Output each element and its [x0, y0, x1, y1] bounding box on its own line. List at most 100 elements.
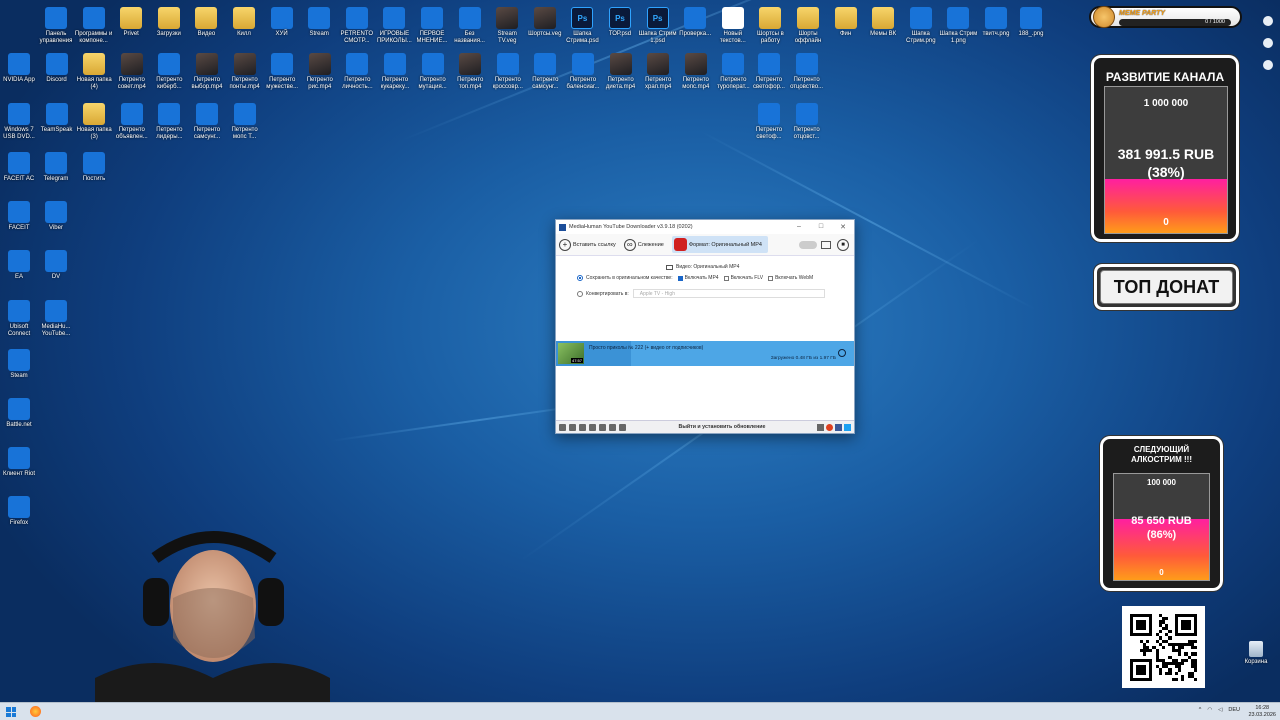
chat-icon[interactable] — [1263, 38, 1273, 48]
desktop-icon-row1-6[interactable]: ХУЙ — [263, 7, 301, 38]
desktop-icon-row1-5[interactable]: Килл — [225, 7, 263, 38]
clock[interactable]: 16:28 23.03.2026 — [1248, 705, 1276, 719]
user-icon[interactable] — [817, 423, 824, 431]
desktop-icon-row1-20[interactable]: Шорты оффлайн — [789, 7, 827, 45]
music-icon[interactable] — [579, 423, 586, 431]
desktop-icon-col5-0[interactable]: EA — [0, 250, 38, 281]
twitter-icon[interactable] — [844, 423, 851, 431]
ok-icon[interactable] — [559, 423, 566, 431]
desktop-icon-row2-8[interactable]: Петренто рис.mp4 — [301, 53, 339, 91]
desktop-icon-col1-0[interactable]: Telegram — [37, 152, 75, 183]
wifi-icon[interactable]: ◠ — [1207, 707, 1212, 713]
convert-radio[interactable] — [577, 290, 583, 297]
firefox-taskbar-icon[interactable] — [30, 706, 41, 717]
desktop-icon-row2-2[interactable]: Новая папка (4) — [75, 53, 113, 91]
desktop-icon-row3-6[interactable]: Петренто мопс Т... — [226, 103, 264, 141]
desktop-icon-row3-1[interactable]: TeamSpeak — [38, 103, 76, 134]
desktop-icon-row2-end-1[interactable]: Петренто отцовство... — [788, 53, 826, 91]
desktop-icon-row1-8[interactable]: PETRENTO СМОТР... — [338, 7, 376, 45]
minimize-button[interactable]: – — [788, 223, 810, 231]
format-button[interactable]: Формат: Оригинальный MP4 — [671, 236, 768, 253]
desktop-icon-col8-0[interactable]: MediaHu... YouTube... — [37, 300, 75, 338]
desktop-icon-row1-16[interactable]: Ps Шапка Стрим 1.psd — [639, 7, 677, 45]
tray-chevron-icon[interactable]: ^ — [1199, 707, 1202, 713]
paste-link-button[interactable]: + Вставить ссылку — [559, 238, 616, 251]
include-mp4-checkbox[interactable] — [677, 275, 683, 281]
include-webm-checkbox[interactable] — [768, 275, 774, 281]
cancel-download-button[interactable] — [838, 349, 846, 357]
convert-option[interactable]: Конвертировать в: Apple TV - High — [577, 289, 825, 298]
desktop-icon-row2-15[interactable]: Петренто баленсиаг... — [564, 53, 602, 91]
downloader-window[interactable]: MediaHuman YouTube Downloader v3.9.18 (0… — [555, 219, 855, 434]
tracking-button[interactable]: ∞ Слежение — [623, 238, 664, 251]
desktop-icon-row2-0[interactable]: NVIDIA App — [0, 53, 38, 84]
mic-icon[interactable] — [1263, 16, 1273, 26]
settings-icon[interactable] — [569, 423, 576, 431]
desktop-icon-row2-end-0[interactable]: Петренто светофор... — [750, 53, 788, 91]
save-original-radio[interactable] — [577, 275, 583, 281]
desktop-icon-row2-5[interactable]: Петренто выбор.mp4 — [188, 53, 226, 91]
desktop-icon-row1-19[interactable]: Шортсы в работу — [751, 7, 789, 45]
help-icon[interactable] — [619, 423, 626, 431]
desktop-icon-row2-13[interactable]: Петренто кроссовр... — [489, 53, 527, 91]
maximize-button[interactable]: □ — [810, 223, 832, 231]
start-button[interactable] — [6, 707, 16, 717]
desktop-icon-row1-2[interactable]: Privet — [112, 7, 150, 38]
desktop-icon-row2-11[interactable]: Петренто мутация... — [414, 53, 452, 91]
desktop-icon-row3-end-1[interactable]: Петренто отцовст... — [788, 103, 826, 141]
desktop-icon-col9-0[interactable]: Steam — [0, 349, 38, 380]
download-item[interactable]: 47:57 Просто приколы № 222 (+ видео от п… — [556, 341, 854, 366]
desktop-icon-row3-0[interactable]: Windows 7 USB DVD... — [0, 103, 38, 141]
window-titlebar[interactable]: MediaHuman YouTube Downloader v3.9.18 (0… — [556, 220, 854, 234]
desktop-icon-col7-0[interactable]: Ubisoft Connect — [0, 300, 38, 338]
desktop-icon-row1-4[interactable]: Видео — [187, 7, 225, 38]
desktop-icon-row2-19[interactable]: Петренто туроперат... — [714, 53, 752, 91]
desktop-icon-row1-17[interactable]: Проверка... — [676, 7, 714, 38]
facebook-icon[interactable] — [835, 423, 842, 431]
desktop-icon-row2-18[interactable]: Петренто мопс.mp4 — [677, 53, 715, 91]
desktop-icon-col6-0[interactable]: DV — [37, 250, 75, 281]
settings-icon[interactable] — [1263, 60, 1273, 70]
desktop-icon-row1-1[interactable]: Программы и компоне... — [75, 7, 113, 45]
include-flv-checkbox[interactable] — [723, 275, 729, 281]
keyboard-layout[interactable]: DEU — [1228, 707, 1240, 713]
desktop-icon-row3-5[interactable]: Петренто самсунг... — [188, 103, 226, 141]
desktop-icon-row1-24[interactable]: Шапка Стрим 1.png — [939, 7, 977, 45]
close-button[interactable]: ✕ — [832, 223, 854, 231]
desktop-icon-row1-3[interactable]: Загрузки — [150, 7, 188, 38]
desktop-icon-col12-0[interactable]: Firefox — [0, 496, 38, 527]
desktop-icon-row3-3[interactable]: Петренто объявлен... — [113, 103, 151, 141]
desktop-icon-row2-10[interactable]: Петренто кукареку... — [376, 53, 414, 91]
desktop-icon-row2-6[interactable]: Петренто понты.mp4 — [226, 53, 264, 91]
desktop-icon-row2-17[interactable]: Петренто храп.mp4 — [639, 53, 677, 91]
desktop-icon-col4-0[interactable]: Viber — [37, 201, 75, 232]
desktop-icon-row1-12[interactable]: Stream TV.veg — [488, 7, 526, 45]
desktop-icon-row3-end-0[interactable]: Петренто светоф... — [750, 103, 788, 141]
desktop-icon-row2-9[interactable]: Петренто личность... — [338, 53, 376, 91]
desktop-icon-row2-14[interactable]: Петренто самсунг... — [526, 53, 564, 91]
reddit-icon[interactable] — [826, 423, 833, 431]
desktop-icon-row1-21[interactable]: Фин — [827, 7, 865, 38]
desktop-icon-row1-23[interactable]: Шапка Стрим.png — [902, 7, 940, 45]
desktop-icon-col2-0[interactable]: Постить — [75, 152, 113, 183]
desktop-icon-col10-0[interactable]: Battle.net — [0, 398, 38, 429]
desktop-icon-row1-25[interactable]: твитч.png — [977, 7, 1015, 38]
sync-icon[interactable] — [589, 423, 596, 431]
pause-icon[interactable] — [609, 423, 616, 431]
toggle-switch[interactable] — [799, 240, 817, 249]
desktop-icon-row1-13[interactable]: Шортсы.veg — [526, 7, 564, 38]
desktop-icon-row2-16[interactable]: Петренто диета.mp4 — [602, 53, 640, 91]
desktop-icon-row1-9[interactable]: ИГРОВЫЕ ПРИКОЛЫ... — [375, 7, 413, 45]
recycle-bin[interactable]: Корзина — [1244, 641, 1268, 665]
desktop-icon-row2-4[interactable]: Петренто киберб... — [150, 53, 188, 91]
desktop-icon-row3-4[interactable]: Петренто лидеры... — [150, 103, 188, 141]
desktop-icon-row3-2[interactable]: Новая папка (3) — [75, 103, 113, 141]
desktop-icon-row1-15[interactable]: Ps ТОР.psd — [601, 7, 639, 38]
stop-icon[interactable]: ■ — [837, 238, 849, 251]
desktop-icon-row1-14[interactable]: Ps Шапка Стрима.psd — [563, 7, 601, 45]
desktop-icon-col11-0[interactable]: Клиент Riot — [0, 447, 38, 478]
clock-icon[interactable] — [599, 423, 606, 431]
desktop-icon-row2-12[interactable]: Петренто топ.mp4 — [451, 53, 489, 91]
desktop-icon-row2-7[interactable]: Петренто мужестве... — [263, 53, 301, 91]
desktop-icon-row2-3[interactable]: Петренто совет.mp4 — [113, 53, 151, 91]
